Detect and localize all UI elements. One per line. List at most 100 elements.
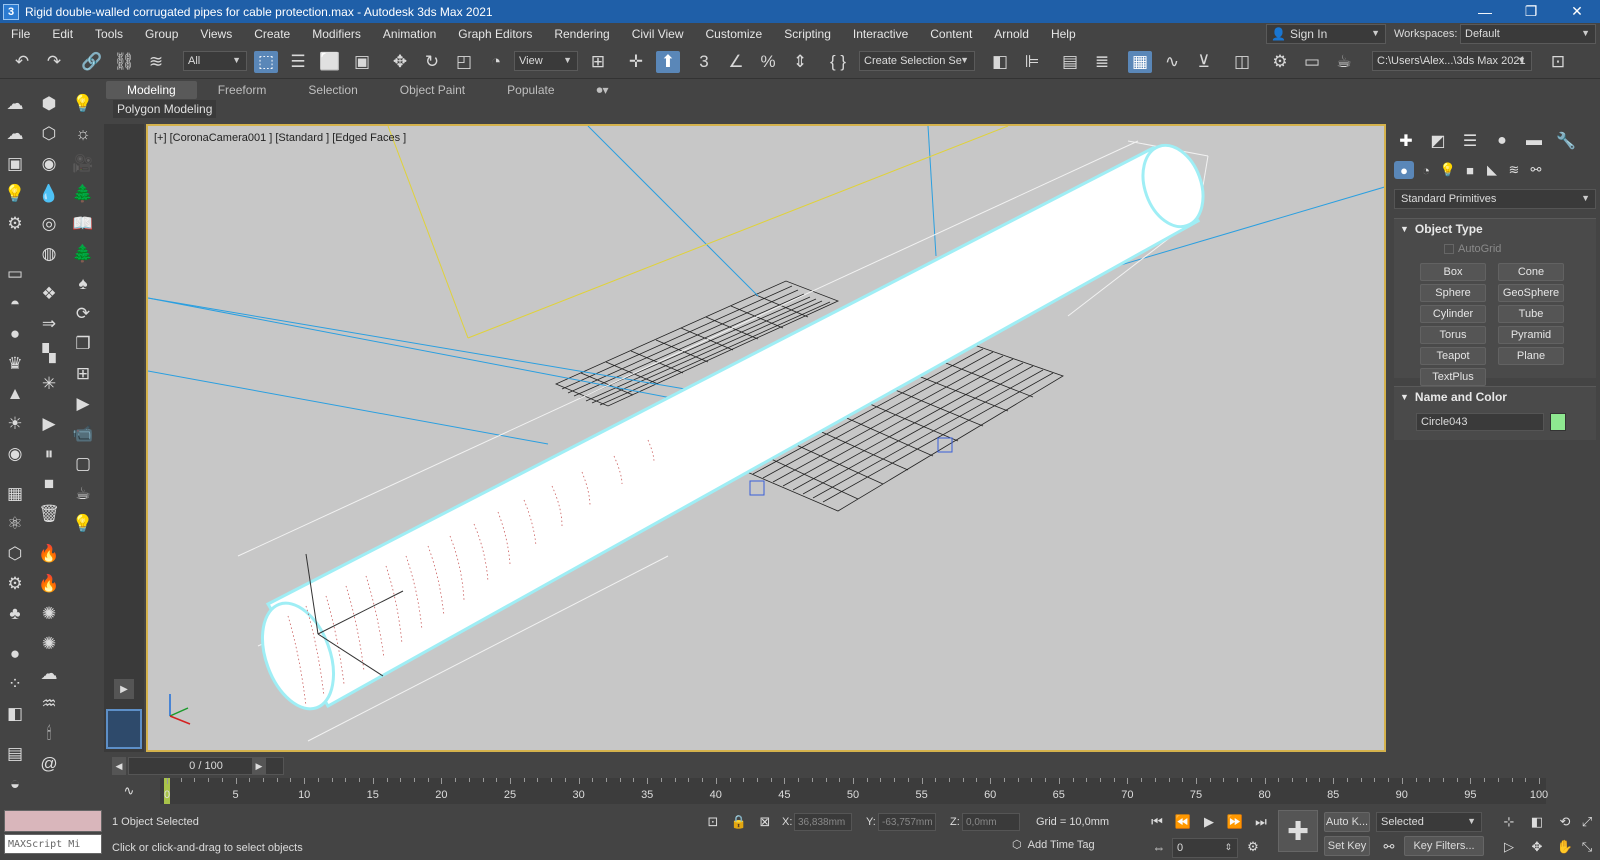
modify-tab-icon[interactable]: ◩	[1424, 130, 1452, 152]
textplus-button[interactable]: TextPlus	[1420, 368, 1486, 386]
utilities-tab-icon[interactable]: 🔧	[1552, 130, 1580, 152]
sign-in-button[interactable]: 👤 Sign In ▼	[1266, 24, 1386, 44]
hierarchy-tab-icon[interactable]: ☰	[1456, 130, 1484, 152]
polygon-modeling-panel[interactable]: Polygon Modeling	[113, 100, 217, 118]
object-color-swatch[interactable]	[1550, 413, 1566, 431]
workspace-select[interactable]: Default ▼	[1460, 24, 1596, 44]
molecule-icon[interactable]: ⚛	[2, 511, 28, 537]
name-and-color-header[interactable]: ▼ Name and Color	[1394, 387, 1596, 407]
cone-button[interactable]: Cone	[1498, 263, 1564, 281]
pan-icon[interactable]: ✥	[1528, 838, 1546, 856]
viewport-layout-thumbnail[interactable]	[106, 709, 142, 749]
undo-icon[interactable]: ↶	[10, 51, 34, 73]
video-camera-icon[interactable]: 📹	[70, 421, 96, 447]
next-key-icon[interactable]: ⏩	[1226, 813, 1244, 831]
isolate-selection-icon[interactable]: ⊡	[704, 813, 722, 831]
box-icon[interactable]: ▭	[2, 261, 28, 287]
cylinder-button[interactable]: Cylinder	[1420, 305, 1486, 323]
lock-icon[interactable]: 🔒	[730, 813, 748, 831]
selection-filter-select[interactable]: All ▼	[183, 51, 247, 71]
dome-icon[interactable]: ◓	[2, 291, 28, 317]
maxscript-mini-listener[interactable]: MAXScript Mi	[4, 834, 102, 854]
smoke-icon[interactable]: ☁	[36, 661, 62, 687]
tab-object-paint[interactable]: Object Paint	[379, 81, 486, 99]
material-icon[interactable]: ◉	[36, 151, 62, 177]
redo-icon[interactable]: ↷	[42, 51, 66, 73]
stop-icon[interactable]: ■	[36, 471, 62, 497]
placement-icon[interactable]: ◔	[484, 51, 508, 73]
play-icon[interactable]: ▶	[114, 679, 134, 699]
camera-icon[interactable]: 🎥	[70, 151, 96, 177]
disk-icon[interactable]: ◉	[2, 441, 28, 467]
display-tab-icon[interactable]: ▬	[1520, 130, 1548, 152]
percent-snap-icon[interactable]: %	[756, 51, 780, 73]
create-icon[interactable]: ☁	[2, 91, 28, 117]
geometry-icon[interactable]: ●	[1394, 161, 1414, 179]
menu-create[interactable]: Create	[243, 27, 301, 41]
go-to-end-icon[interactable]: ⏭	[1252, 813, 1270, 831]
menu-customize[interactable]: Customize	[695, 27, 774, 41]
window-icon[interactable]: ▢	[70, 451, 96, 477]
y-coordinate-field[interactable]: -63,757mm	[878, 813, 936, 831]
set-keys-icon[interactable]: ✚	[1278, 810, 1318, 852]
spinner-snap-icon[interactable]: ⇕	[788, 51, 812, 73]
cameras-icon[interactable]: ■	[1460, 161, 1480, 179]
wire-cube-icon[interactable]: ⬡	[36, 121, 62, 147]
fire-alt-icon[interactable]: 🔥	[36, 571, 62, 597]
shape-icon[interactable]: ⬡	[2, 541, 28, 567]
previous-key-icon[interactable]: ⏪	[1174, 813, 1192, 831]
menu-file[interactable]: File	[0, 27, 41, 41]
key-mode-select[interactable]: Selected ▼	[1376, 812, 1482, 832]
menu-rendering[interactable]: Rendering	[543, 27, 620, 41]
plane-button[interactable]: Plane	[1498, 347, 1564, 365]
candle-icon[interactable]: 🕯	[36, 721, 62, 747]
sphere-icon[interactable]: ●	[2, 321, 28, 347]
project-folder-select[interactable]: C:\Users\Alex...\3ds Max 2021 ▼	[1372, 51, 1532, 71]
pyramid-button[interactable]: Pyramid	[1498, 326, 1564, 344]
menu-content[interactable]: Content	[919, 27, 983, 41]
set-key-button[interactable]: Set Key	[1324, 836, 1370, 856]
maximize-button[interactable]: ❐	[1508, 0, 1554, 23]
menu-graph-editors[interactable]: Graph Editors	[447, 27, 543, 41]
app-icon[interactable]: 3	[3, 3, 19, 20]
torus-icon[interactable]: ◍	[36, 241, 62, 267]
select-object-icon[interactable]: ⬚	[254, 51, 278, 73]
rendered-frame-window-icon[interactable]: ▭	[1300, 51, 1324, 73]
menu-animation[interactable]: Animation	[372, 27, 447, 41]
chandelier-icon[interactable]: ♛	[2, 351, 28, 377]
menu-group[interactable]: Group	[134, 27, 189, 41]
key-filters-button[interactable]: Key Filters...	[1404, 836, 1484, 856]
zoom-icon[interactable]: ⊹	[1500, 813, 1518, 831]
trash-icon[interactable]: 🗑	[36, 501, 62, 527]
unlink-icon[interactable]: ⛓	[112, 51, 136, 73]
cone-light-icon[interactable]: ▲	[2, 381, 28, 407]
bulb-icon[interactable]: 💡	[70, 91, 96, 117]
arrow-right-icon[interactable]: ⇒	[36, 311, 62, 337]
grid-icon[interactable]: ▦	[2, 481, 28, 507]
key-tangent-icon[interactable]: ⚯	[1380, 838, 1398, 856]
viewport-label[interactable]: [+] [CoronaCamera001 ] [Standard ] [Edge…	[154, 132, 406, 144]
snaps-toggle-icon[interactable]: 3	[692, 51, 716, 73]
tab-freeform[interactable]: Freeform	[197, 81, 288, 99]
minimize-button[interactable]: —	[1462, 0, 1508, 23]
viewport-camera[interactable]: [+] [CoronaCamera001 ] [Standard ] [Edge…	[146, 124, 1386, 752]
dope-sheet-icon[interactable]: ⊻	[1192, 51, 1216, 73]
scene-explorer-icon[interactable]: ▤	[1058, 51, 1082, 73]
tools-icon[interactable]: ⚙	[2, 211, 28, 237]
play-icon[interactable]: ▶	[36, 411, 62, 437]
edit-named-selection-icon[interactable]: { }	[826, 51, 850, 73]
display-icon[interactable]: ▣	[2, 151, 28, 177]
burst-icon[interactable]: ✳	[36, 371, 62, 397]
fire-icon[interactable]: 🔥	[36, 541, 62, 567]
curve-editor-mini-icon[interactable]: ∿	[120, 782, 138, 800]
autogrid-checkbox[interactable]: AutoGrid	[1444, 243, 1501, 255]
teapot-button[interactable]: Teapot	[1420, 347, 1486, 365]
rings-icon[interactable]: ◎	[36, 211, 62, 237]
key-mode-toggle-icon[interactable]: ⇔	[1150, 838, 1168, 856]
walkthrough-icon[interactable]: ▷	[1500, 838, 1518, 856]
swirl-icon[interactable]: @	[36, 751, 62, 777]
z-coordinate-field[interactable]: 0,0mm	[962, 813, 1020, 831]
menu-interactive[interactable]: Interactive	[842, 27, 919, 41]
zoom-all-icon[interactable]: ◧	[1528, 813, 1546, 831]
idea-icon[interactable]: 💡	[70, 511, 96, 537]
